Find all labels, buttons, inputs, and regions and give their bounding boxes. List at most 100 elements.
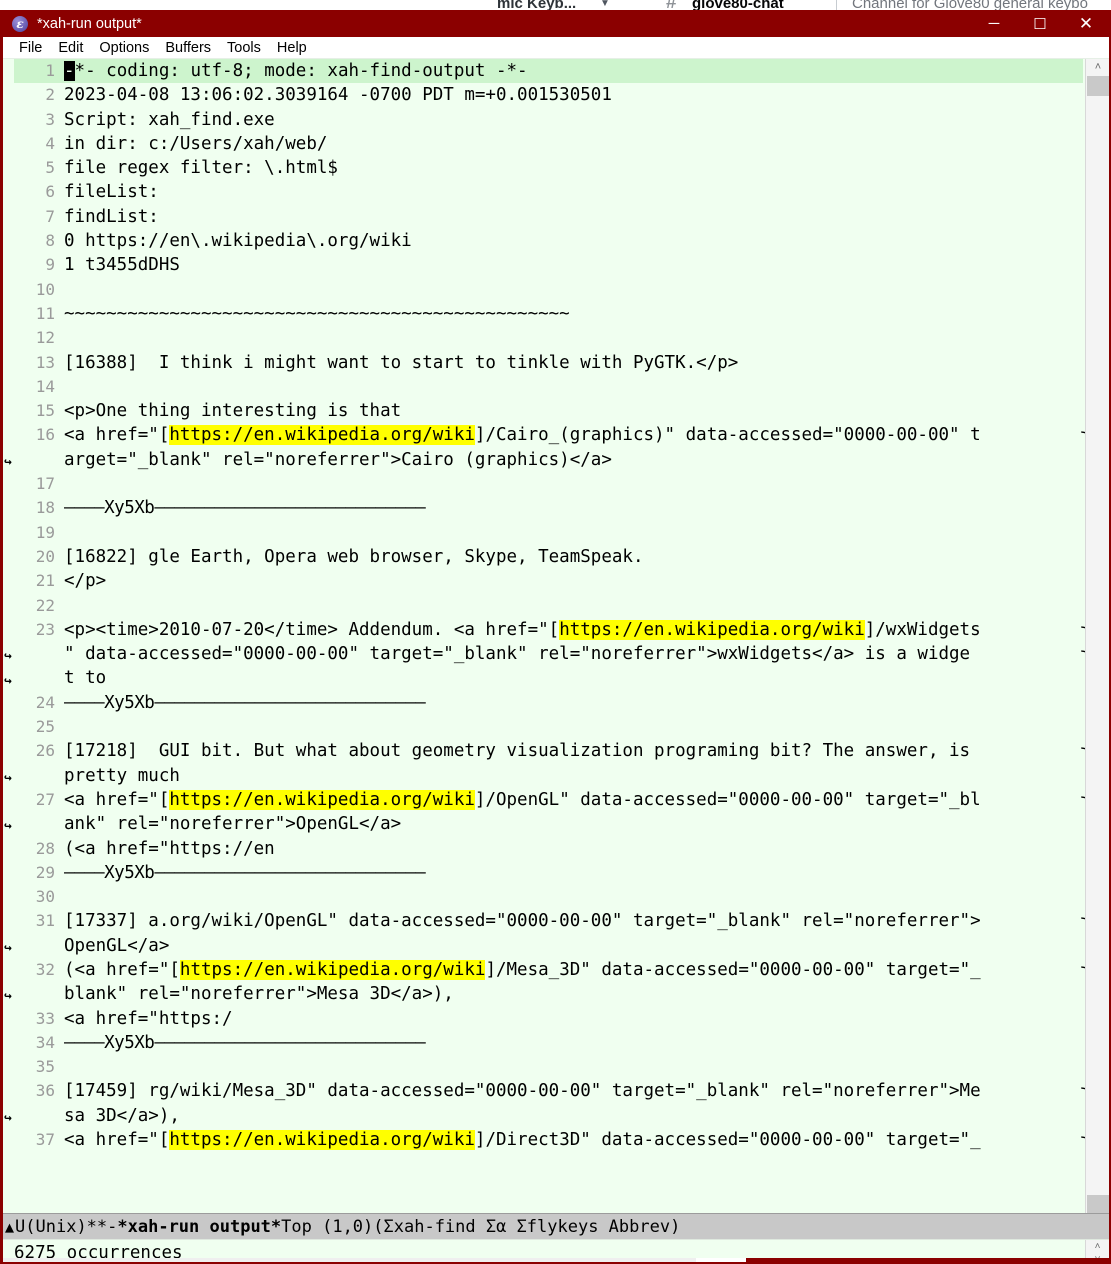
menu-item-buffers[interactable]: Buffers bbox=[157, 37, 219, 59]
up-triangle-icon: ▲ bbox=[5, 1217, 15, 1236]
buffer-line[interactable]: ank" rel="noreferrer">OpenGL</a> bbox=[14, 812, 1083, 836]
buffer-line[interactable]: 21 </p> bbox=[14, 569, 1083, 593]
scroll-up-arrow-icon[interactable]: ˄ bbox=[1086, 59, 1109, 75]
buffer-line[interactable]: 9 1 t3455dDHS bbox=[14, 253, 1083, 277]
buffer-line[interactable]: 20 [16822] gle Earth, Opera web browser, … bbox=[14, 545, 1083, 569]
chevron-down-icon[interactable]: ▼ bbox=[600, 0, 610, 9]
buffer-line[interactable]: 34 ————Xy5Xb——————————————————————————— bbox=[14, 1031, 1083, 1055]
maximize-button[interactable]: ☐ bbox=[1017, 10, 1063, 37]
continuation-marker-icon: ↪ bbox=[4, 819, 12, 835]
buffer-line[interactable]: 28 (<a href="https://en bbox=[14, 837, 1083, 861]
buffer-line[interactable]: arget="_blank" rel="noreferrer">Cairo (g… bbox=[14, 448, 1083, 472]
buffer-line[interactable]: 10 bbox=[14, 278, 1083, 302]
line-text: <p>One thing interesting is that bbox=[64, 401, 402, 422]
scrollbar-thumb[interactable] bbox=[1087, 76, 1109, 96]
line-text: fileList: bbox=[64, 182, 159, 203]
menu-item-help[interactable]: Help bbox=[269, 37, 315, 59]
buffer-line[interactable]: 32 (<a href="[https://en.wikipedia.org/wi… bbox=[14, 958, 1093, 982]
line-number: 1 bbox=[45, 61, 55, 80]
buffer-line[interactable]: 36 [17459] rg/wiki/Mesa_3D" data-accessed… bbox=[14, 1079, 1093, 1103]
buffer-line[interactable]: 31 [17337] a.org/wiki/OpenGL" data-access… bbox=[14, 909, 1093, 933]
buffer-line[interactable]: 17 bbox=[14, 472, 1083, 496]
buffer-line[interactable]: 4 in dir: c:/Users/xah/web/ bbox=[14, 132, 1083, 156]
continuation-marker-icon: ↪ bbox=[4, 770, 12, 786]
buffer-line[interactable]: 11 ~~~~~~~~~~~~~~~~~~~~~~~~~~~~~~~~~~~~~~… bbox=[14, 302, 1083, 326]
line-number: 33 bbox=[35, 1008, 55, 1028]
buffer-line[interactable]: blank" rel="noreferrer">Mesa 3D</a>), bbox=[14, 982, 1083, 1006]
line-number: 25 bbox=[35, 717, 55, 737]
scrollbar-bottom-block[interactable] bbox=[1087, 1195, 1109, 1213]
buffer-line[interactable]: 12 bbox=[14, 326, 1083, 350]
emacs-window: ε *xah-run output* ─ ☐ ✕ File Edit Optio… bbox=[0, 10, 1111, 1264]
buffer-line[interactable]: 5 file regex filter: \.html$ bbox=[14, 156, 1083, 180]
line-number: 34 bbox=[35, 1032, 55, 1052]
close-button[interactable]: ✕ bbox=[1063, 10, 1109, 37]
modeline-buffer-name[interactable]: *xah-run output* bbox=[117, 1217, 281, 1237]
minimize-button[interactable]: ─ bbox=[971, 10, 1017, 37]
buffer-line[interactable]: 6 fileList: bbox=[14, 180, 1083, 204]
line-number: 10 bbox=[35, 279, 55, 299]
menu-item-file[interactable]: File bbox=[11, 37, 50, 59]
buffer-line[interactable]: 8 0 https://en\.wikipedia\.org/wiki bbox=[14, 229, 1083, 253]
line-number: 14 bbox=[35, 376, 55, 396]
continuation-marker-icon: ↪ bbox=[4, 649, 12, 665]
line-number: 18 bbox=[35, 498, 55, 518]
highlighted-match: https://en.wikipedia.org/wiki bbox=[169, 1130, 475, 1151]
buffer-line[interactable]: 37 <a href="[https://en.wikipedia.org/wik… bbox=[14, 1128, 1093, 1152]
buffer-line[interactable]: OpenGL</a> bbox=[14, 934, 1083, 958]
line-text: *- coding: utf-8; mode: xah-find-output … bbox=[74, 61, 528, 81]
line-text: 2023-04-08 13:06:02.3039164 -0700 PDT m=… bbox=[64, 85, 612, 106]
buffer-line[interactable]: pretty much bbox=[14, 764, 1083, 788]
buffer-text-area[interactable]: ↪ ↪ ↪ ↪ ↪ ↪ ↪ ↪ 1 -*- coding: utf-8; mode: xah-f… bbox=[3, 59, 1109, 1213]
menu-item-options[interactable]: Options bbox=[91, 37, 157, 59]
buffer-line[interactable]: 19 bbox=[14, 521, 1083, 545]
buffer-line[interactable]: 33 <a href="https:/ bbox=[14, 1007, 1083, 1031]
line-text: [17218] GUI bit. But what about geometry… bbox=[64, 741, 971, 762]
buffer-line[interactable]: 22 bbox=[14, 594, 1083, 618]
buffer-line[interactable]: " data-accessed="0000-00-00" target="_bl… bbox=[14, 642, 1093, 666]
buffer-line[interactable]: 35 bbox=[14, 1055, 1083, 1079]
buffer-line[interactable]: 25 bbox=[14, 715, 1083, 739]
text-cursor: - bbox=[64, 61, 75, 81]
line-text: ]/wxWidgets bbox=[864, 619, 981, 640]
buffer-line[interactable]: 15 <p>One thing interesting is that bbox=[14, 399, 1083, 423]
line-text: (<a href="[ bbox=[64, 959, 180, 980]
line-number: 36 bbox=[35, 1081, 55, 1101]
buffer-line[interactable]: 24 ————Xy5Xb——————————————————————————— bbox=[14, 691, 1083, 715]
line-number: 28 bbox=[35, 838, 55, 858]
line-number: 21 bbox=[35, 571, 55, 591]
continuation-marker-icon: ↪ bbox=[4, 454, 12, 470]
buffer-line[interactable]: 1 -*- coding: utf-8; mode: xah-find-outpu… bbox=[14, 59, 1083, 84]
line-number: 22 bbox=[35, 595, 55, 615]
line-text: </p> bbox=[64, 571, 107, 592]
buffer-line[interactable]: 30 bbox=[14, 885, 1083, 909]
vertical-scrollbar[interactable]: ˄ ˅ bbox=[1085, 59, 1109, 1213]
highlighted-match: https://en.wikipedia.org/wiki bbox=[179, 959, 486, 980]
menu-item-tools[interactable]: Tools bbox=[219, 37, 269, 59]
line-text: OpenGL</a> bbox=[64, 935, 170, 956]
buffer-line[interactable]: 29 ————Xy5Xb——————————————————————————— bbox=[14, 861, 1083, 885]
line-number: 26 bbox=[35, 741, 55, 761]
title-bar[interactable]: ε *xah-run output* ─ ☐ ✕ bbox=[3, 10, 1109, 37]
buffer-line[interactable]: t to bbox=[14, 666, 1083, 690]
buffer-line[interactable]: 16 <a href="[https://en.wikipedia.org/wik… bbox=[14, 423, 1093, 447]
buffer-line[interactable]: sa 3D</a>), bbox=[14, 1104, 1083, 1128]
line-number: 32 bbox=[35, 959, 55, 979]
buffer-line[interactable]: 14 bbox=[14, 375, 1083, 399]
continuation-marker-icon: ↪ bbox=[4, 673, 12, 689]
taskbar-seg-right bbox=[746, 1258, 1109, 1262]
buffer-line[interactable]: 23 <p><time>2010-07-20</time> Addendum. <… bbox=[14, 618, 1093, 642]
line-text: <a href="[ bbox=[64, 425, 170, 446]
line-text: ]/Cairo_(graphics)" data-accessed="0000-… bbox=[474, 425, 981, 446]
buffer-line[interactable]: 27 <a href="[https://en.wikipedia.org/wik… bbox=[14, 788, 1093, 812]
buffer-line[interactable]: 7 findList: bbox=[14, 205, 1083, 229]
buffer-line[interactable]: 3 Script: xah_find.exe bbox=[14, 108, 1083, 132]
modeline-minor-modes: (Σxah-find Σα Σflykeys Abbrev) bbox=[373, 1216, 681, 1237]
menu-bar: File Edit Options Buffers Tools Help bbox=[3, 37, 1109, 59]
buffer-line[interactable]: 26 [17218] GUI bit. But what about geomet… bbox=[14, 739, 1093, 763]
echo-scroll-up-icon[interactable]: ˄ bbox=[1095, 1241, 1101, 1252]
buffer-line[interactable]: 18 ————Xy5Xb——————————————————————————— bbox=[14, 496, 1083, 520]
menu-item-edit[interactable]: Edit bbox=[50, 37, 91, 59]
buffer-line[interactable]: 13 [16388] I think i might want to start … bbox=[14, 351, 1083, 375]
buffer-line[interactable]: 2 2023-04-08 13:06:02.3039164 -0700 PDT m… bbox=[14, 83, 1083, 107]
